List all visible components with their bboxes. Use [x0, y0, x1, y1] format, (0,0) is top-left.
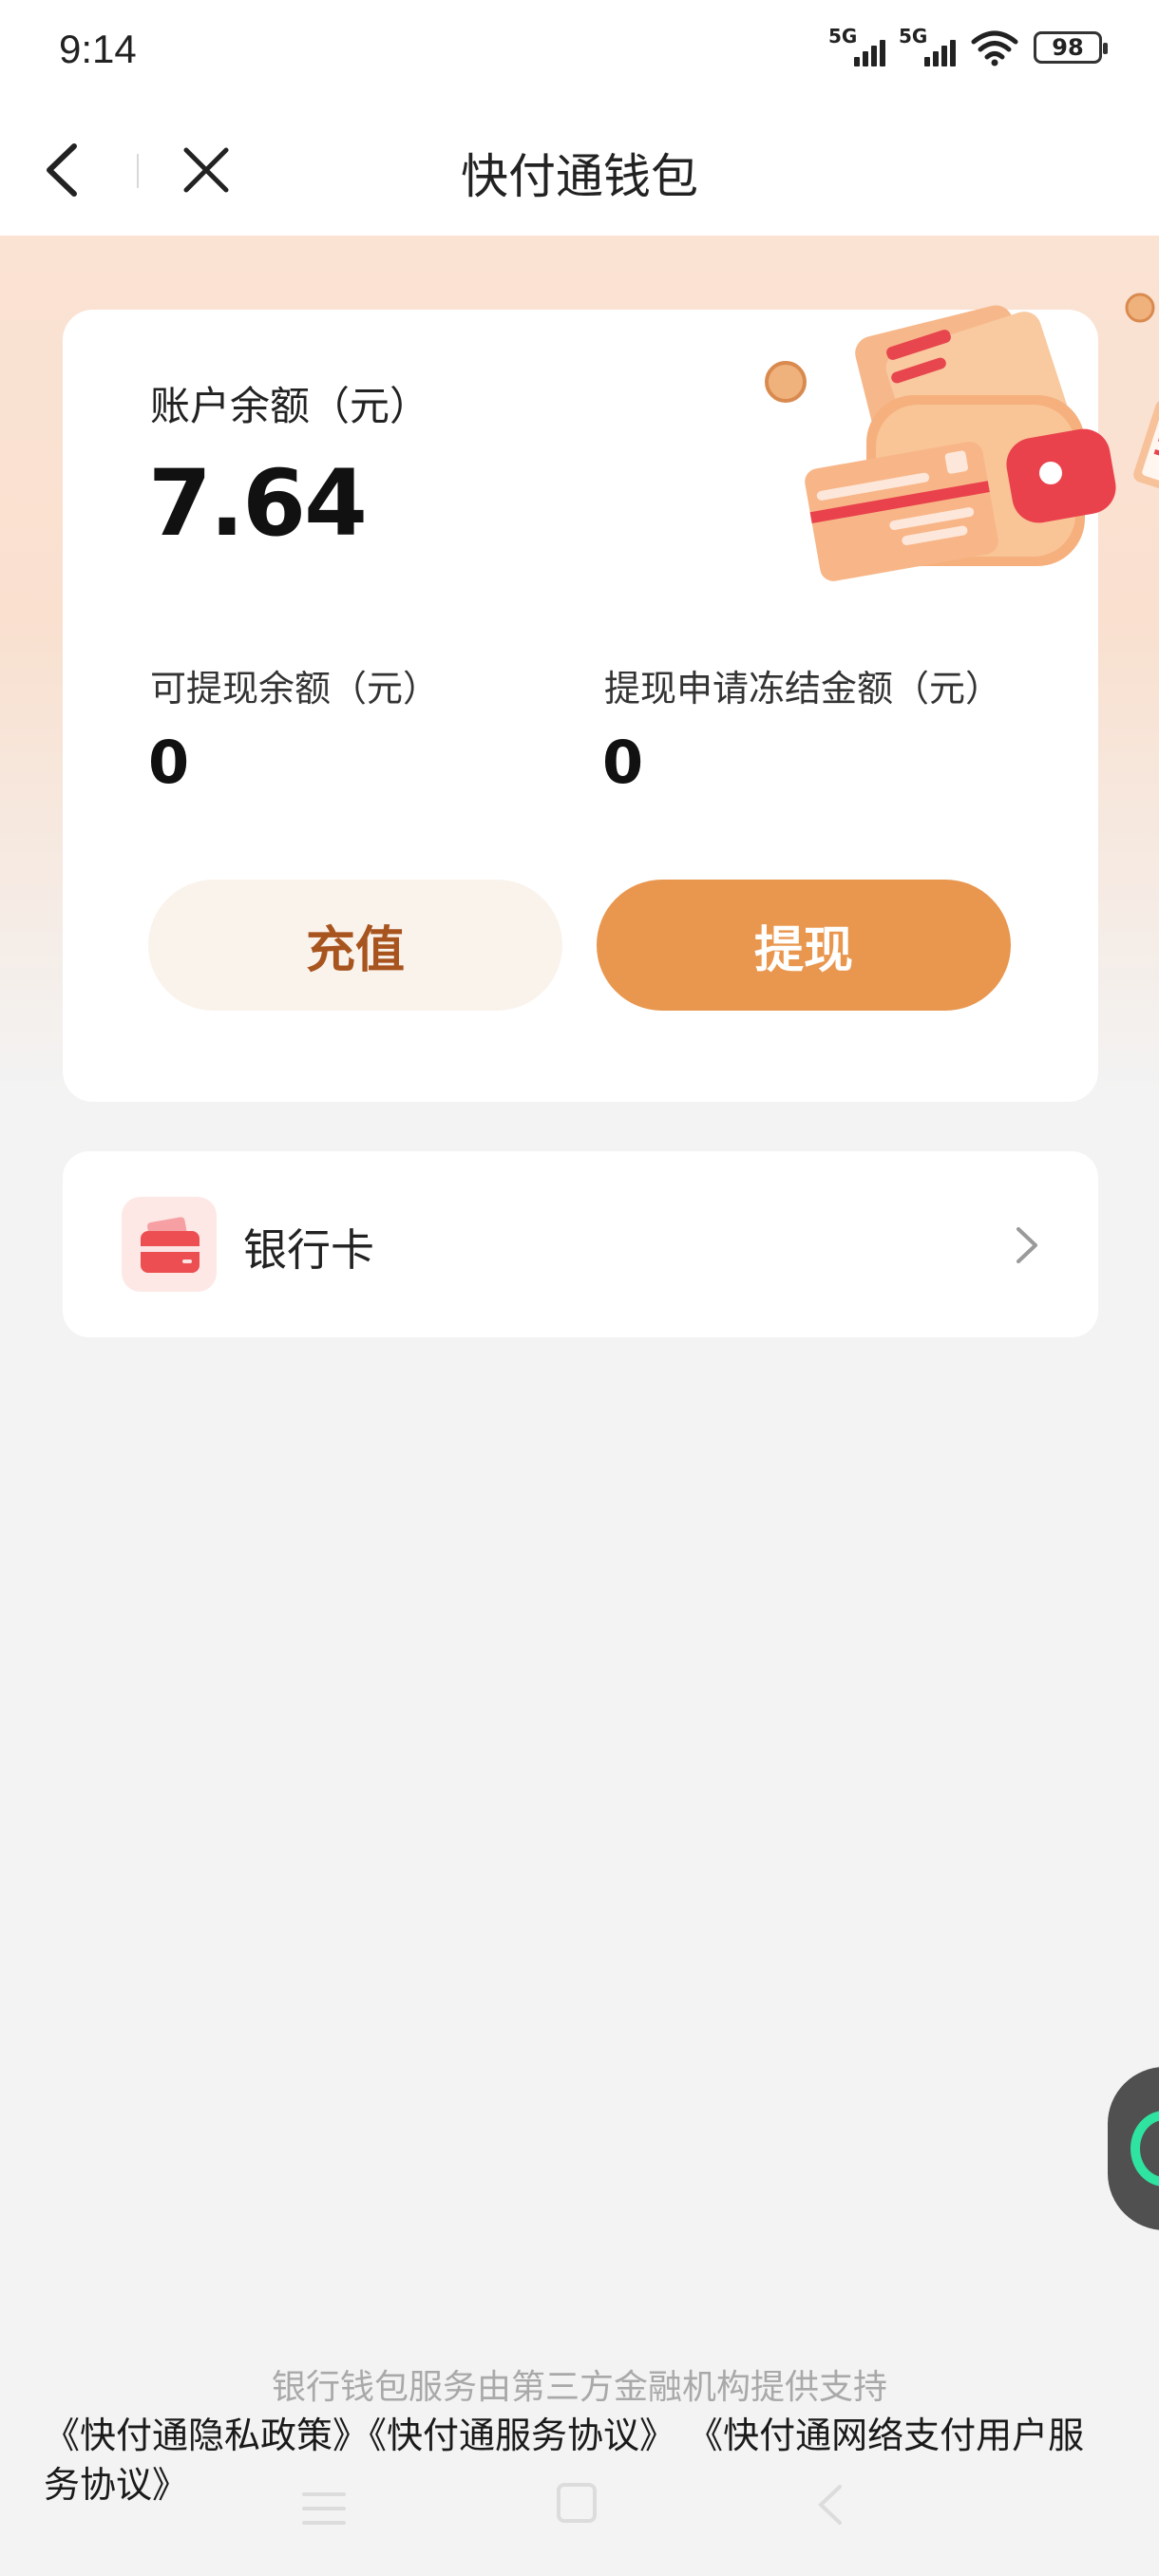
withdrawable-value: 0	[148, 728, 190, 797]
page-title: 快付通钱包	[461, 149, 698, 204]
bank-card-label: 银行卡	[243, 1224, 374, 1276]
status-time: 9:14	[59, 27, 137, 71]
back-icon[interactable]	[813, 2483, 847, 2527]
bank-card-icon	[122, 1197, 217, 1292]
privacy-policy-link[interactable]: 《快付通隐私政策》	[44, 2415, 369, 2456]
floating-assistant-button[interactable]	[1108, 2067, 1159, 2230]
wallet-icon	[765, 293, 1159, 581]
nav-bar: 快付通钱包	[0, 104, 1159, 236]
frozen-amount-value: 0	[602, 728, 644, 797]
signal-label: 5G	[899, 25, 928, 47]
withdraw-button[interactable]: 提现	[597, 880, 1011, 1011]
home-icon[interactable]	[557, 2483, 597, 2523]
system-nav-bar	[0, 2470, 1159, 2546]
bank-card-row[interactable]: 银行卡	[63, 1151, 1098, 1337]
signal-icon: 5G	[899, 25, 956, 66]
balance-value: 7.64	[148, 450, 368, 557]
page: 9:14 5G 5G 98 快付通钱包 账户余额（元） 7.64 可提现余额（元…	[0, 0, 1159, 2576]
balance-card: 账户余额（元） 7.64 可提现余额（元） 0 提现申请冻结金额（元） 0 充值…	[63, 293, 1159, 1102]
recharge-button[interactable]: 充值	[148, 880, 562, 1011]
status-icons: 5G 5G 98	[828, 25, 1108, 66]
frozen-amount-label: 提现申请冻结金额（元）	[604, 668, 1002, 710]
wifi-icon	[971, 30, 1018, 66]
signal-icon: 5G	[828, 25, 885, 66]
footer-tagline: 银行钱包服务由第三方金融机构提供支持	[271, 2368, 887, 2407]
balance-label: 账户余额（元）	[150, 383, 430, 429]
battery-icon: 98	[1034, 31, 1108, 64]
status-bar: 9:14 5G 5G 98	[0, 0, 1159, 104]
signal-label: 5G	[828, 25, 858, 47]
chevron-right-icon	[1016, 1227, 1037, 1263]
menu-icon[interactable]	[302, 2492, 346, 2535]
withdrawable-label: 可提现余额（元）	[150, 668, 440, 710]
assistant-icon	[1130, 2111, 1159, 2187]
service-agreement-link[interactable]: 《快付通服务协议》	[369, 2415, 675, 2456]
